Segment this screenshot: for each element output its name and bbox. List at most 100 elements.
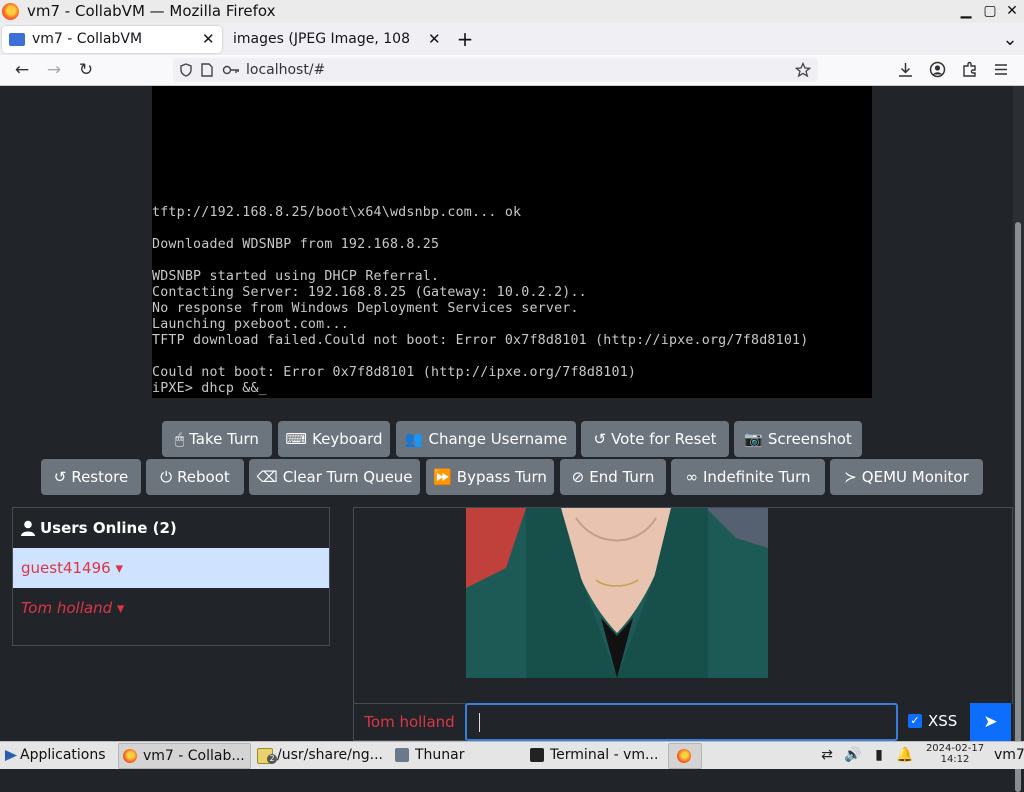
task-label: vm7 - Collab... xyxy=(143,748,245,764)
tab-images[interactable]: images (JPEG Image, 1080 × ✕ xyxy=(224,26,448,53)
task-editor[interactable]: 2 /usr/share/ng... xyxy=(253,743,387,767)
launcher-firefox[interactable] xyxy=(668,743,702,769)
terminal-line: Could not boot: Error 0x7f8d8101 (http:/… xyxy=(152,365,637,380)
url-bar[interactable]: localhost/# xyxy=(173,58,818,82)
username: guest41496 xyxy=(21,559,111,577)
tab-list-icon[interactable]: ⌄ xyxy=(1000,26,1020,53)
window-count-badge: 2 xyxy=(267,754,277,764)
button-label: Bypass Turn xyxy=(456,468,547,486)
xss-label: XSS xyxy=(928,712,958,730)
close-window-icon[interactable]: ✕ xyxy=(1002,0,1022,22)
bypass-turn-button[interactable]: ⏩ Bypass Turn xyxy=(426,459,554,495)
checkbox-checked-icon[interactable]: ✓ xyxy=(908,714,922,728)
terminal-app-icon xyxy=(530,748,544,762)
button-label: QEMU Monitor xyxy=(861,468,969,486)
task-terminal[interactable]: Terminal - vm... xyxy=(526,743,660,767)
button-label: Vote for Reset xyxy=(611,430,717,448)
applications-menu[interactable]: Applications xyxy=(2,743,114,767)
window-title-bar: vm7 - CollabVM — Mozilla Firefox ▁ ▢ ✕ xyxy=(0,0,1024,23)
network-icon[interactable]: ⇄ xyxy=(818,744,836,766)
chat-input-bar: Tom holland ✓ XSS ➤ xyxy=(353,703,1011,741)
tab-label: vm7 - CollabVM xyxy=(32,31,143,47)
button-label: Reboot xyxy=(177,468,230,486)
terminal-line: iPXE> dhcp &&_ xyxy=(152,381,267,396)
session-user[interactable]: vm7 xyxy=(994,743,1024,767)
keyboard-button[interactable]: ⌨ Keyboard xyxy=(278,421,390,457)
firefox-icon xyxy=(677,749,691,763)
tab-strip: vm7 - CollabVM ✕ images (JPEG Image, 108… xyxy=(0,23,1024,55)
menu-icon[interactable] xyxy=(993,62,1009,77)
button-label: End Turn xyxy=(589,468,655,486)
clock[interactable]: 2024-02-17 14:12 xyxy=(924,743,986,765)
task-thunar[interactable]: Thunar xyxy=(391,743,522,767)
scrollbar-thumb[interactable] xyxy=(1015,222,1021,792)
vm-screen[interactable]: tftp://192.168.8.25/boot\x64\wdsnbp.com.… xyxy=(152,86,872,398)
extensions-icon[interactable] xyxy=(961,61,978,78)
terminal-line: No response from Windows Deployment Serv… xyxy=(152,301,579,316)
reboot-button[interactable]: ⏻ Reboot xyxy=(146,459,244,495)
task-label: Terminal - vm... xyxy=(550,747,659,763)
button-label: Restore xyxy=(71,468,129,486)
chat-username: Tom holland xyxy=(353,703,466,741)
take-turn-button[interactable]: 🖱 Take Turn xyxy=(162,421,272,457)
button-label: Screenshot xyxy=(767,430,852,448)
chat-image-drawing xyxy=(466,508,768,678)
clear-turn-queue-button[interactable]: ⌫ Clear Turn Queue xyxy=(249,459,420,495)
url-text: localhost/# xyxy=(246,62,326,78)
camera-icon: 📷 xyxy=(744,430,763,448)
ban-icon: ⊘ xyxy=(571,468,585,486)
account-icon[interactable] xyxy=(929,61,946,78)
volume-icon[interactable]: 🔊 xyxy=(844,744,862,766)
clock-date: 2024-02-17 xyxy=(925,743,985,754)
button-label: Clear Turn Queue xyxy=(282,468,413,486)
close-tab-icon[interactable]: ✕ xyxy=(428,26,441,53)
rotate-left-icon: ↺ xyxy=(53,468,67,486)
rotate-left-icon: ↺ xyxy=(593,430,607,448)
terminal-line: WDSNBP started using DHCP Referral. xyxy=(152,269,440,284)
maximize-icon[interactable]: ▢ xyxy=(980,0,1000,22)
task-firefox[interactable]: vm7 - Collab... xyxy=(118,743,251,769)
button-label: Keyboard xyxy=(312,430,383,448)
change-username-button[interactable]: 👥 Change Username xyxy=(396,421,576,457)
page-scrollbar[interactable] xyxy=(1013,86,1024,792)
vote-for-reset-button[interactable]: ↺ Vote for Reset xyxy=(581,421,729,457)
indefinite-turn-button[interactable]: ∞ Indefinite Turn xyxy=(671,459,825,495)
users-online-title: Users Online (2) xyxy=(40,519,177,537)
task-label: /usr/share/ng... xyxy=(277,747,383,763)
screenshot-button[interactable]: 📷 Screenshot xyxy=(734,421,862,457)
power-icon: ⏻ xyxy=(160,468,173,486)
download-icon[interactable] xyxy=(897,61,914,78)
close-tab-icon[interactable]: ✕ xyxy=(202,26,215,53)
user-item-tom-holland[interactable]: Tom holland ▾ xyxy=(13,588,329,628)
tab-label: images (JPEG Image, 1080 × xyxy=(233,31,411,47)
notification-bell-icon[interactable]: 🔔 xyxy=(896,744,914,766)
end-turn-button[interactable]: ⊘ End Turn xyxy=(560,459,666,495)
send-button[interactable]: ➤ xyxy=(970,703,1011,741)
file-manager-icon xyxy=(395,748,409,762)
battery-icon[interactable]: ▮ xyxy=(870,744,888,766)
bookmark-star-icon[interactable] xyxy=(795,62,811,78)
xss-toggle[interactable]: ✓ XSS xyxy=(896,703,970,739)
fast-forward-icon: ⏩ xyxy=(433,468,452,486)
text-caret xyxy=(479,713,480,732)
new-tab-button[interactable]: + xyxy=(455,26,475,53)
terminal-line: TFTP download failed.Could not boot: Err… xyxy=(152,333,809,348)
restore-button[interactable]: ↺ Restore xyxy=(41,459,141,495)
chat-message-input[interactable] xyxy=(465,703,898,741)
page-icon xyxy=(201,63,213,77)
eraser-icon: ⌫ xyxy=(256,468,278,486)
qemu-monitor-button[interactable]: ≻ QEMU Monitor xyxy=(830,459,983,495)
minimize-icon[interactable]: ▁ xyxy=(956,0,976,22)
caret-down-icon: ▾ xyxy=(115,559,123,577)
terminal-line: Launching pxeboot.com... xyxy=(152,317,349,332)
key-icon xyxy=(222,65,239,75)
user-item-guest41496[interactable]: guest41496 ▾ xyxy=(13,548,329,588)
reload-button[interactable]: ↻ xyxy=(74,58,98,82)
terminal-icon: ≻ xyxy=(844,468,857,486)
window-title: vm7 - CollabVM — Mozilla Firefox xyxy=(27,2,276,20)
username: Tom holland xyxy=(21,599,113,617)
forward-button[interactable]: → xyxy=(42,58,66,82)
back-button[interactable]: ← xyxy=(10,58,34,82)
firefox-icon xyxy=(123,749,137,763)
tab-collabvm[interactable]: vm7 - CollabVM ✕ xyxy=(2,26,222,53)
